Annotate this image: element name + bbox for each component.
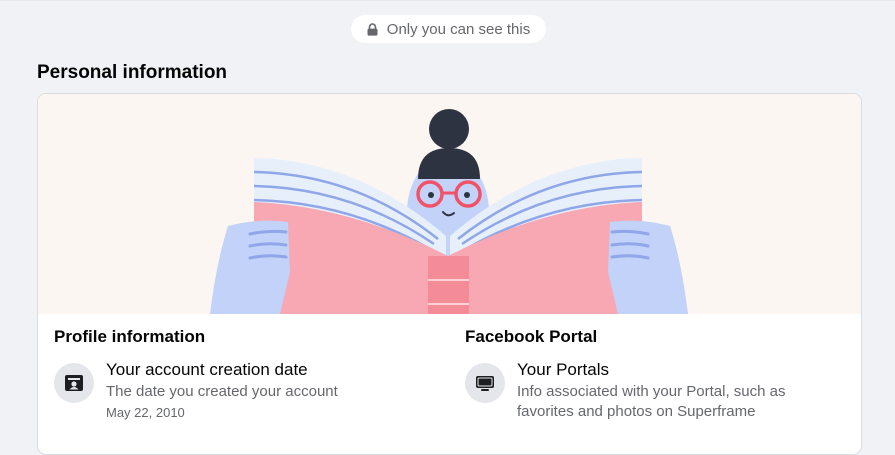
facebook-portal-section: Facebook Portal Your Portals Info associ…: [465, 327, 845, 422]
privacy-badge: Only you can see this: [351, 15, 546, 43]
id-card-icon: [54, 363, 94, 403]
item-title: Your Portals: [517, 360, 609, 379]
banner-illustration: [38, 94, 861, 314]
item-description: The date you created your account: [106, 383, 338, 400]
lock-icon: [367, 22, 379, 36]
item-title: Your account creation date: [106, 360, 308, 379]
account-creation-date-item[interactable]: Your account creation date The date you …: [54, 360, 434, 421]
top-divider: [0, 0, 895, 1]
item-description: Info associated with your Portal, such a…: [517, 383, 786, 420]
section-heading: Profile information: [54, 327, 206, 346]
privacy-label: Only you can see this: [386, 20, 531, 38]
person-reading-book-illustration: [210, 109, 688, 314]
your-portals-item[interactable]: Your Portals Info associated with your P…: [465, 360, 845, 422]
profile-information-section: Profile information Your account creatio…: [54, 327, 434, 421]
portal-device-icon: [465, 363, 505, 403]
section-heading: Facebook Portal: [465, 327, 598, 346]
section-title: Personal information: [37, 62, 228, 83]
account-creation-date: May 22, 2010: [106, 405, 185, 420]
personal-information-card: Profile information Your account creatio…: [37, 93, 862, 455]
